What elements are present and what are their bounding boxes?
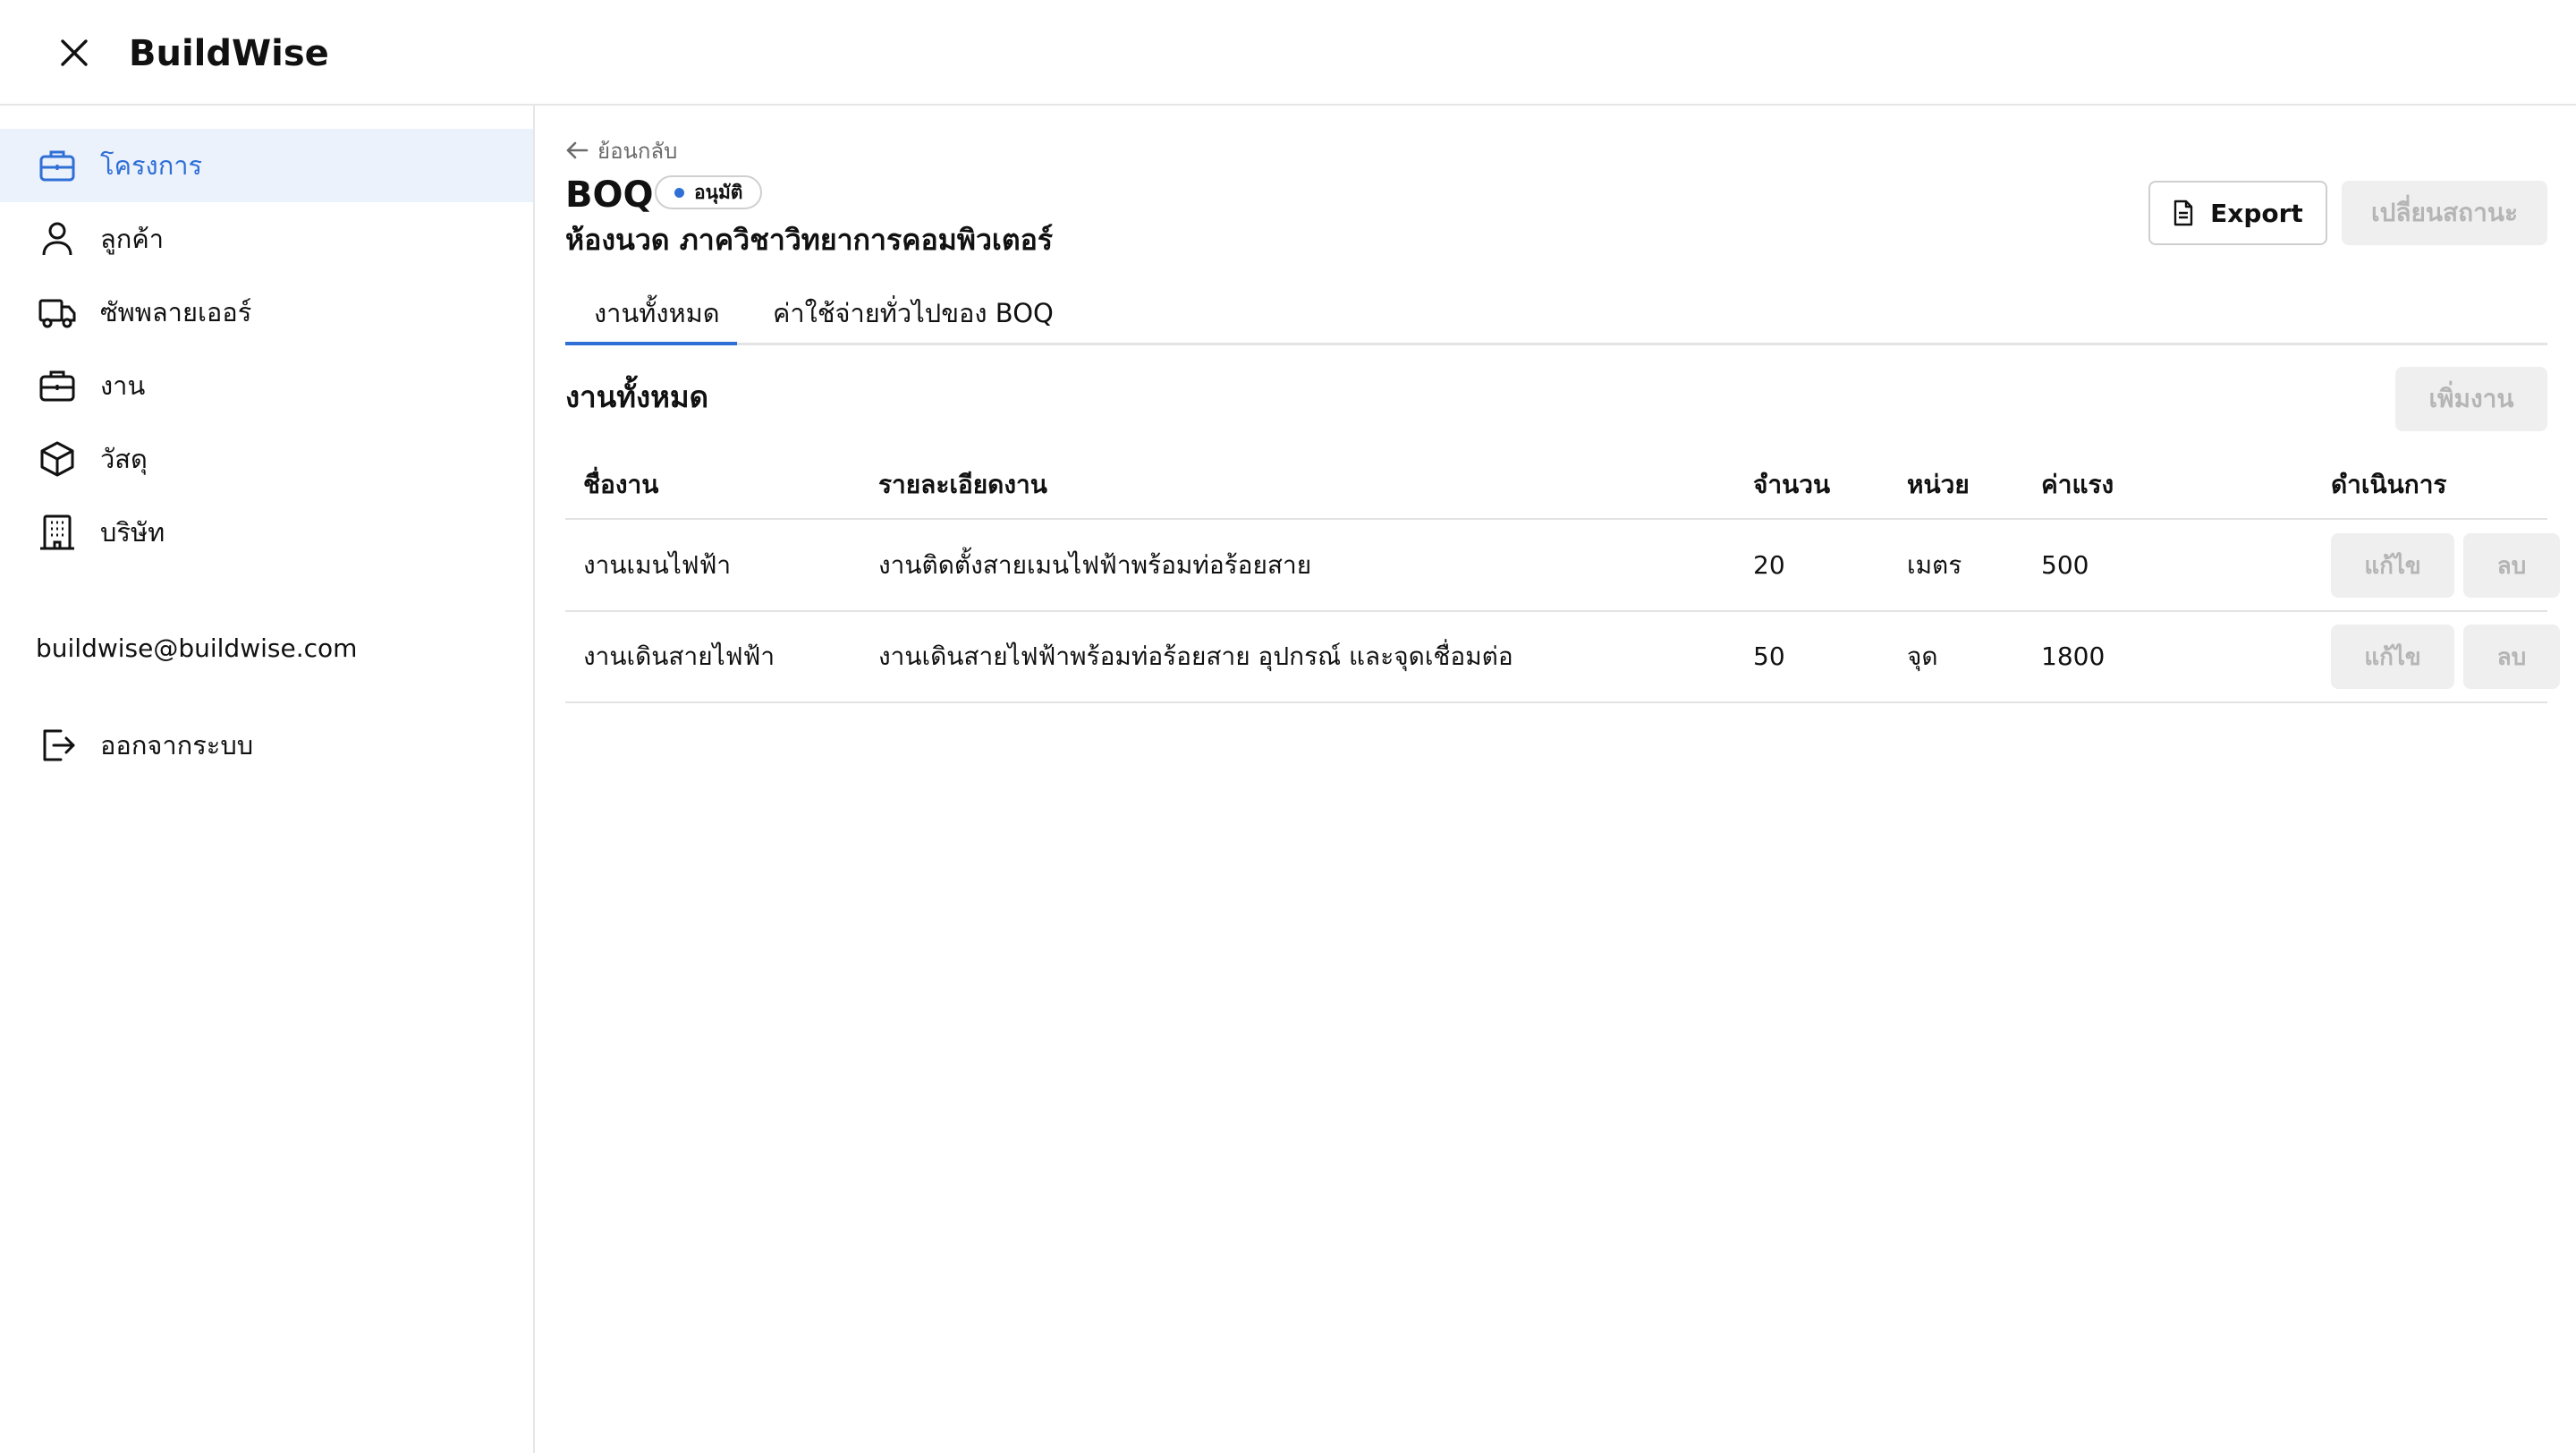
cell-unit: จุด (1907, 642, 1938, 671)
briefcase-icon (39, 150, 75, 182)
sidebar-item-company[interactable]: บริษัท (0, 496, 533, 569)
delete-button[interactable]: ลบ (2463, 625, 2560, 689)
box-icon (40, 441, 74, 477)
cell-name: งานเดินสายไฟฟ้า (583, 642, 775, 671)
sidebar-item-label: งาน (100, 370, 146, 401)
tab-boq-expenses[interactable]: ค่าใช้จ่ายทั่วไปของ BOQ (764, 285, 1054, 345)
document-icon (2174, 200, 2193, 226)
export-button[interactable]: Export (2148, 181, 2327, 245)
status-dot (674, 188, 684, 198)
close-button[interactable] (54, 32, 95, 73)
sidebar-item-label: โครงการ (100, 150, 203, 181)
tab-label: ค่าใช้จ่ายทั่วไปของ BOQ (773, 298, 1054, 328)
logout-button[interactable]: ออกจากระบบ (0, 709, 533, 782)
cell-labor: 1800 (2041, 642, 2106, 671)
export-label: Export (2210, 198, 2303, 228)
cell-qty: 20 (1753, 550, 1785, 580)
column-header-detail: รายละเอียดงาน (878, 470, 1047, 499)
page-title: BOQ (565, 174, 654, 216)
close-icon (61, 39, 88, 66)
tab-all-tasks[interactable]: งานทั้งหมด (565, 285, 737, 345)
cell-name: งานเมนไฟฟ้า (583, 550, 732, 580)
status-badge-label: อนุมัติ (694, 182, 743, 203)
table-row: งานเมนไฟฟ้า งานติดตั้งสายเมนไฟฟ้าพร้อมท่… (565, 521, 2560, 612)
main-content: ย้อนกลับ BOQ อนุมัติ ห้องนวด ภาควิชาวิทย… (535, 106, 2576, 1453)
sidebar-item-suppliers[interactable]: ซัพพลายเออร์ (0, 276, 533, 349)
sidebar-item-projects[interactable]: โครงการ (0, 129, 533, 202)
building-icon (40, 514, 74, 550)
column-header-unit: หน่วย (1907, 470, 1970, 499)
sidebar-item-label: ซัพพลายเออร์ (100, 297, 252, 327)
briefcase-icon (39, 370, 75, 402)
sidebar-item-label: บริษัท (100, 517, 165, 548)
column-header-labor: ค่าแรง (2041, 470, 2114, 499)
column-header-name: ชื่องาน (583, 470, 659, 499)
project-subtitle: ห้องนวด ภาควิชาวิทยาการคอมพิวเตอร์ (565, 223, 1054, 257)
back-link[interactable]: ย้อนกลับ (565, 134, 677, 166)
sidebar: โครงการ ลูกค้า ซัพพลายเออร์ งาน วัสดุ บร… (0, 106, 535, 1453)
cell-labor: 500 (2041, 550, 2089, 580)
column-header-actions: ดำเนินการ (2331, 470, 2447, 499)
header-divider (565, 518, 2547, 520)
tab-bar: งานทั้งหมด ค่าใช้จ่ายทั่วไปของ BOQ (565, 285, 2547, 345)
app-title: BuildWise (129, 33, 329, 74)
table-header: ชื่องาน รายละเอียดงาน จำนวน หน่วย ค่าแรง… (565, 465, 2547, 519)
delete-button[interactable]: ลบ (2463, 533, 2560, 598)
section-title: งานทั้งหมด (565, 379, 709, 414)
logout-label: ออกจากระบบ (100, 730, 254, 760)
user-email: buildwise@buildwise.com (36, 633, 358, 663)
table-row: งานเดินสายไฟฟ้า งานเดินสายไฟฟ้าพร้อมท่อร… (565, 612, 2560, 703)
back-label: ย้อนกลับ (597, 138, 678, 164)
cell-unit: เมตร (1907, 550, 1962, 580)
cell-detail: งานเดินสายไฟฟ้าพร้อมท่อร้อยสาย อุปกรณ์ แ… (878, 642, 1513, 671)
logout-icon (43, 729, 75, 761)
sidebar-item-customers[interactable]: ลูกค้า (0, 202, 533, 276)
top-bar: BuildWise (0, 0, 2576, 106)
column-header-qty: จำนวน (1753, 470, 1831, 499)
user-icon (42, 222, 72, 256)
sidebar-item-label: ลูกค้า (100, 224, 165, 254)
status-badge: อนุมัติ (655, 175, 763, 209)
sidebar-item-label: วัสดุ (100, 444, 148, 474)
sidebar-item-materials[interactable]: วัสดุ (0, 422, 533, 496)
tab-label: งานทั้งหมด (594, 298, 720, 328)
edit-button[interactable]: แก้ไข (2331, 533, 2454, 598)
sidebar-item-tasks[interactable]: งาน (0, 349, 533, 422)
change-status-button[interactable]: เปลี่ยนสถานะ (2342, 181, 2547, 245)
cell-qty: 50 (1753, 642, 1785, 671)
arrow-left-icon (566, 141, 589, 159)
edit-button[interactable]: แก้ไข (2331, 625, 2454, 689)
truck-icon (38, 299, 76, 328)
cell-detail: งานติดตั้งสายเมนไฟฟ้าพร้อมท่อร้อยสาย (878, 550, 1312, 580)
add-task-button[interactable]: เพิ่มงาน (2395, 367, 2547, 431)
